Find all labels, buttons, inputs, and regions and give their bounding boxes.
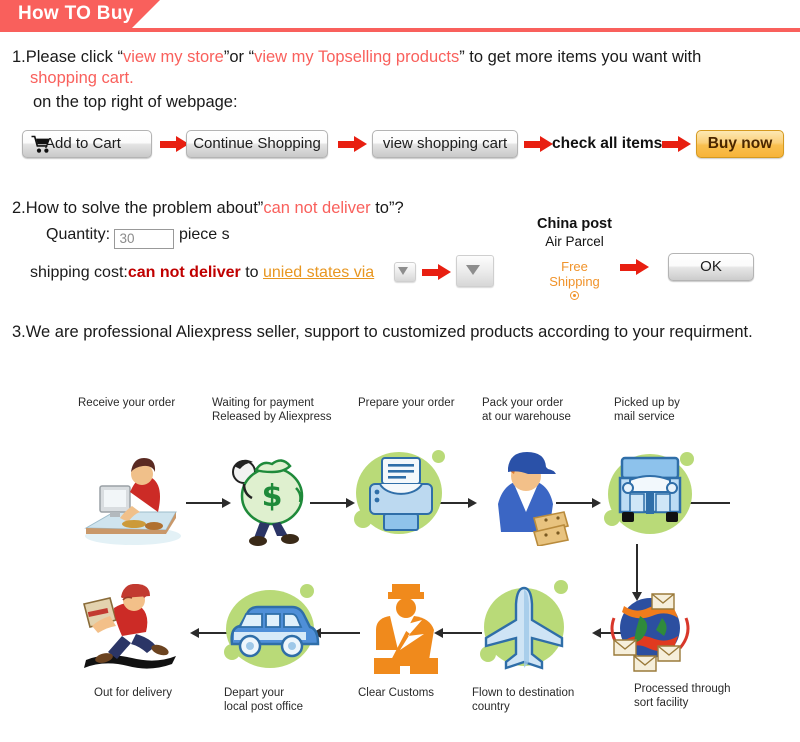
flow-connector [318, 632, 360, 634]
shipping-status: can not deliver [127, 264, 241, 281]
ok-button-label: OK [700, 258, 722, 275]
quantity-row: Quantity: 30 piece s [46, 226, 230, 249]
airplane-icon [474, 578, 574, 678]
red-arrow-right-icon [422, 264, 452, 280]
step-2-text: 2.How to solve the problem about”can not… [12, 198, 404, 219]
free-shipping-option[interactable]: Free Shipping [517, 259, 632, 300]
shipping-to: to [240, 264, 263, 281]
page-header: How TO Buy [0, 0, 800, 32]
step1-mid: ”or “ [223, 48, 255, 66]
continue-shopping-button[interactable]: Continue Shopping [186, 130, 328, 158]
step1-suffix: ” to get more items you want with [459, 48, 702, 66]
ok-button[interactable]: OK [668, 253, 754, 281]
checkout-button-row: Add to Cart Continue Shopping view shopp… [0, 130, 800, 164]
money-bag-man-icon: $ [222, 444, 322, 546]
arrow-left-icon [190, 628, 199, 638]
step-1-text: 1.Please click “view my store”or “view m… [12, 47, 782, 89]
view-shopping-cart-label: view shopping cart [382, 135, 508, 152]
country-dropdown-button[interactable] [394, 262, 416, 282]
carrier-title: China post [537, 216, 612, 232]
check-all-items-label[interactable]: check all items [552, 130, 662, 158]
red-arrow-right-icon [524, 136, 554, 152]
fulfillment-flow-diagram: Receive your order Waiting for payment R… [0, 386, 800, 742]
svg-text:$: $ [262, 479, 283, 514]
flow-label-waiting-for-payment: Waiting for payment Released by Aliexpre… [212, 397, 332, 423]
free-shipping-line1: Free [561, 259, 588, 274]
add-to-cart-label: Add to Cart [45, 135, 121, 152]
globe-mail-sort-icon [600, 578, 700, 678]
step2-suffix: to”? [370, 199, 404, 217]
shopping-cart-icon [31, 135, 51, 154]
step1-line2: shopping cart. [30, 69, 134, 87]
arrow-right-icon [468, 498, 477, 508]
continue-shopping-label: Continue Shopping [193, 135, 321, 152]
carrier-info: China post Air Parcel [517, 216, 632, 249]
step1-line3: on the top right of webpage: [33, 93, 238, 111]
chevron-down-icon [466, 265, 480, 275]
chevron-down-icon [398, 267, 408, 275]
free-shipping-line2: Shipping [549, 274, 600, 289]
link-view-topselling-products[interactable]: view my Topselling products [254, 48, 459, 66]
step1-prefix: 1.Please click “ [12, 48, 123, 66]
page-title: How TO Buy [18, 3, 134, 24]
red-arrow-right-icon [662, 136, 692, 152]
printer-icon [352, 446, 452, 546]
flow-label-flown-to-destination: Flown to destination country [472, 687, 575, 713]
customs-officer-icon [358, 578, 458, 678]
running-courier-icon [76, 582, 176, 682]
flow-label-pack-your-order: Pack your order at our warehouse [482, 397, 571, 423]
flow-label-processed-sort: Processed through sort facility [634, 683, 731, 709]
delivery-truck-icon [600, 444, 700, 544]
view-shopping-cart-button[interactable]: view shopping cart [372, 130, 518, 158]
flow-label-depart-local-post: Depart your local post office [224, 687, 304, 713]
destination-country-link[interactable]: unied states via [263, 264, 374, 281]
link-view-my-store[interactable]: view my store [123, 48, 224, 66]
quantity-unit: piece s [178, 226, 230, 243]
quantity-input[interactable]: 30 [114, 229, 175, 249]
header-underline [0, 28, 800, 32]
flow-label-receive-your-order: Receive your order [78, 397, 176, 409]
carrier-subtitle: Air Parcel [545, 234, 604, 249]
step2-prefix: 2.How to solve the problem about” [12, 199, 264, 217]
delivery-van-icon [220, 582, 320, 682]
radio-selected-icon[interactable] [570, 291, 579, 300]
flow-label-picked-up-by-mail: Picked up by mail service [614, 397, 680, 423]
worker-with-boxes-icon [484, 448, 584, 548]
flow-connector [186, 502, 224, 504]
red-arrow-right-icon [620, 259, 650, 275]
red-arrow-right-icon [338, 136, 368, 152]
shipping-cost-row: shipping cost:can not deliver to unied s… [30, 264, 374, 282]
person-at-computer-icon [78, 448, 181, 548]
flow-label-prepare-your-order: Prepare your order [358, 397, 455, 409]
step2-highlight: can not deliver [263, 199, 371, 217]
shipping-cost-label: shipping cost: [30, 264, 128, 281]
buy-now-button[interactable]: Buy now [696, 130, 784, 158]
flow-label-clear-customs: Clear Customs [358, 687, 435, 699]
step-3-text: 3.We are professional Aliexpress seller,… [12, 323, 753, 341]
add-to-cart-button[interactable]: Add to Cart [22, 130, 152, 158]
carrier-dropdown-button[interactable] [456, 255, 494, 287]
quantity-label: Quantity: [46, 226, 111, 243]
flow-label-out-for-delivery: Out for delivery [94, 687, 172, 699]
buy-now-label: Buy now [707, 135, 773, 152]
